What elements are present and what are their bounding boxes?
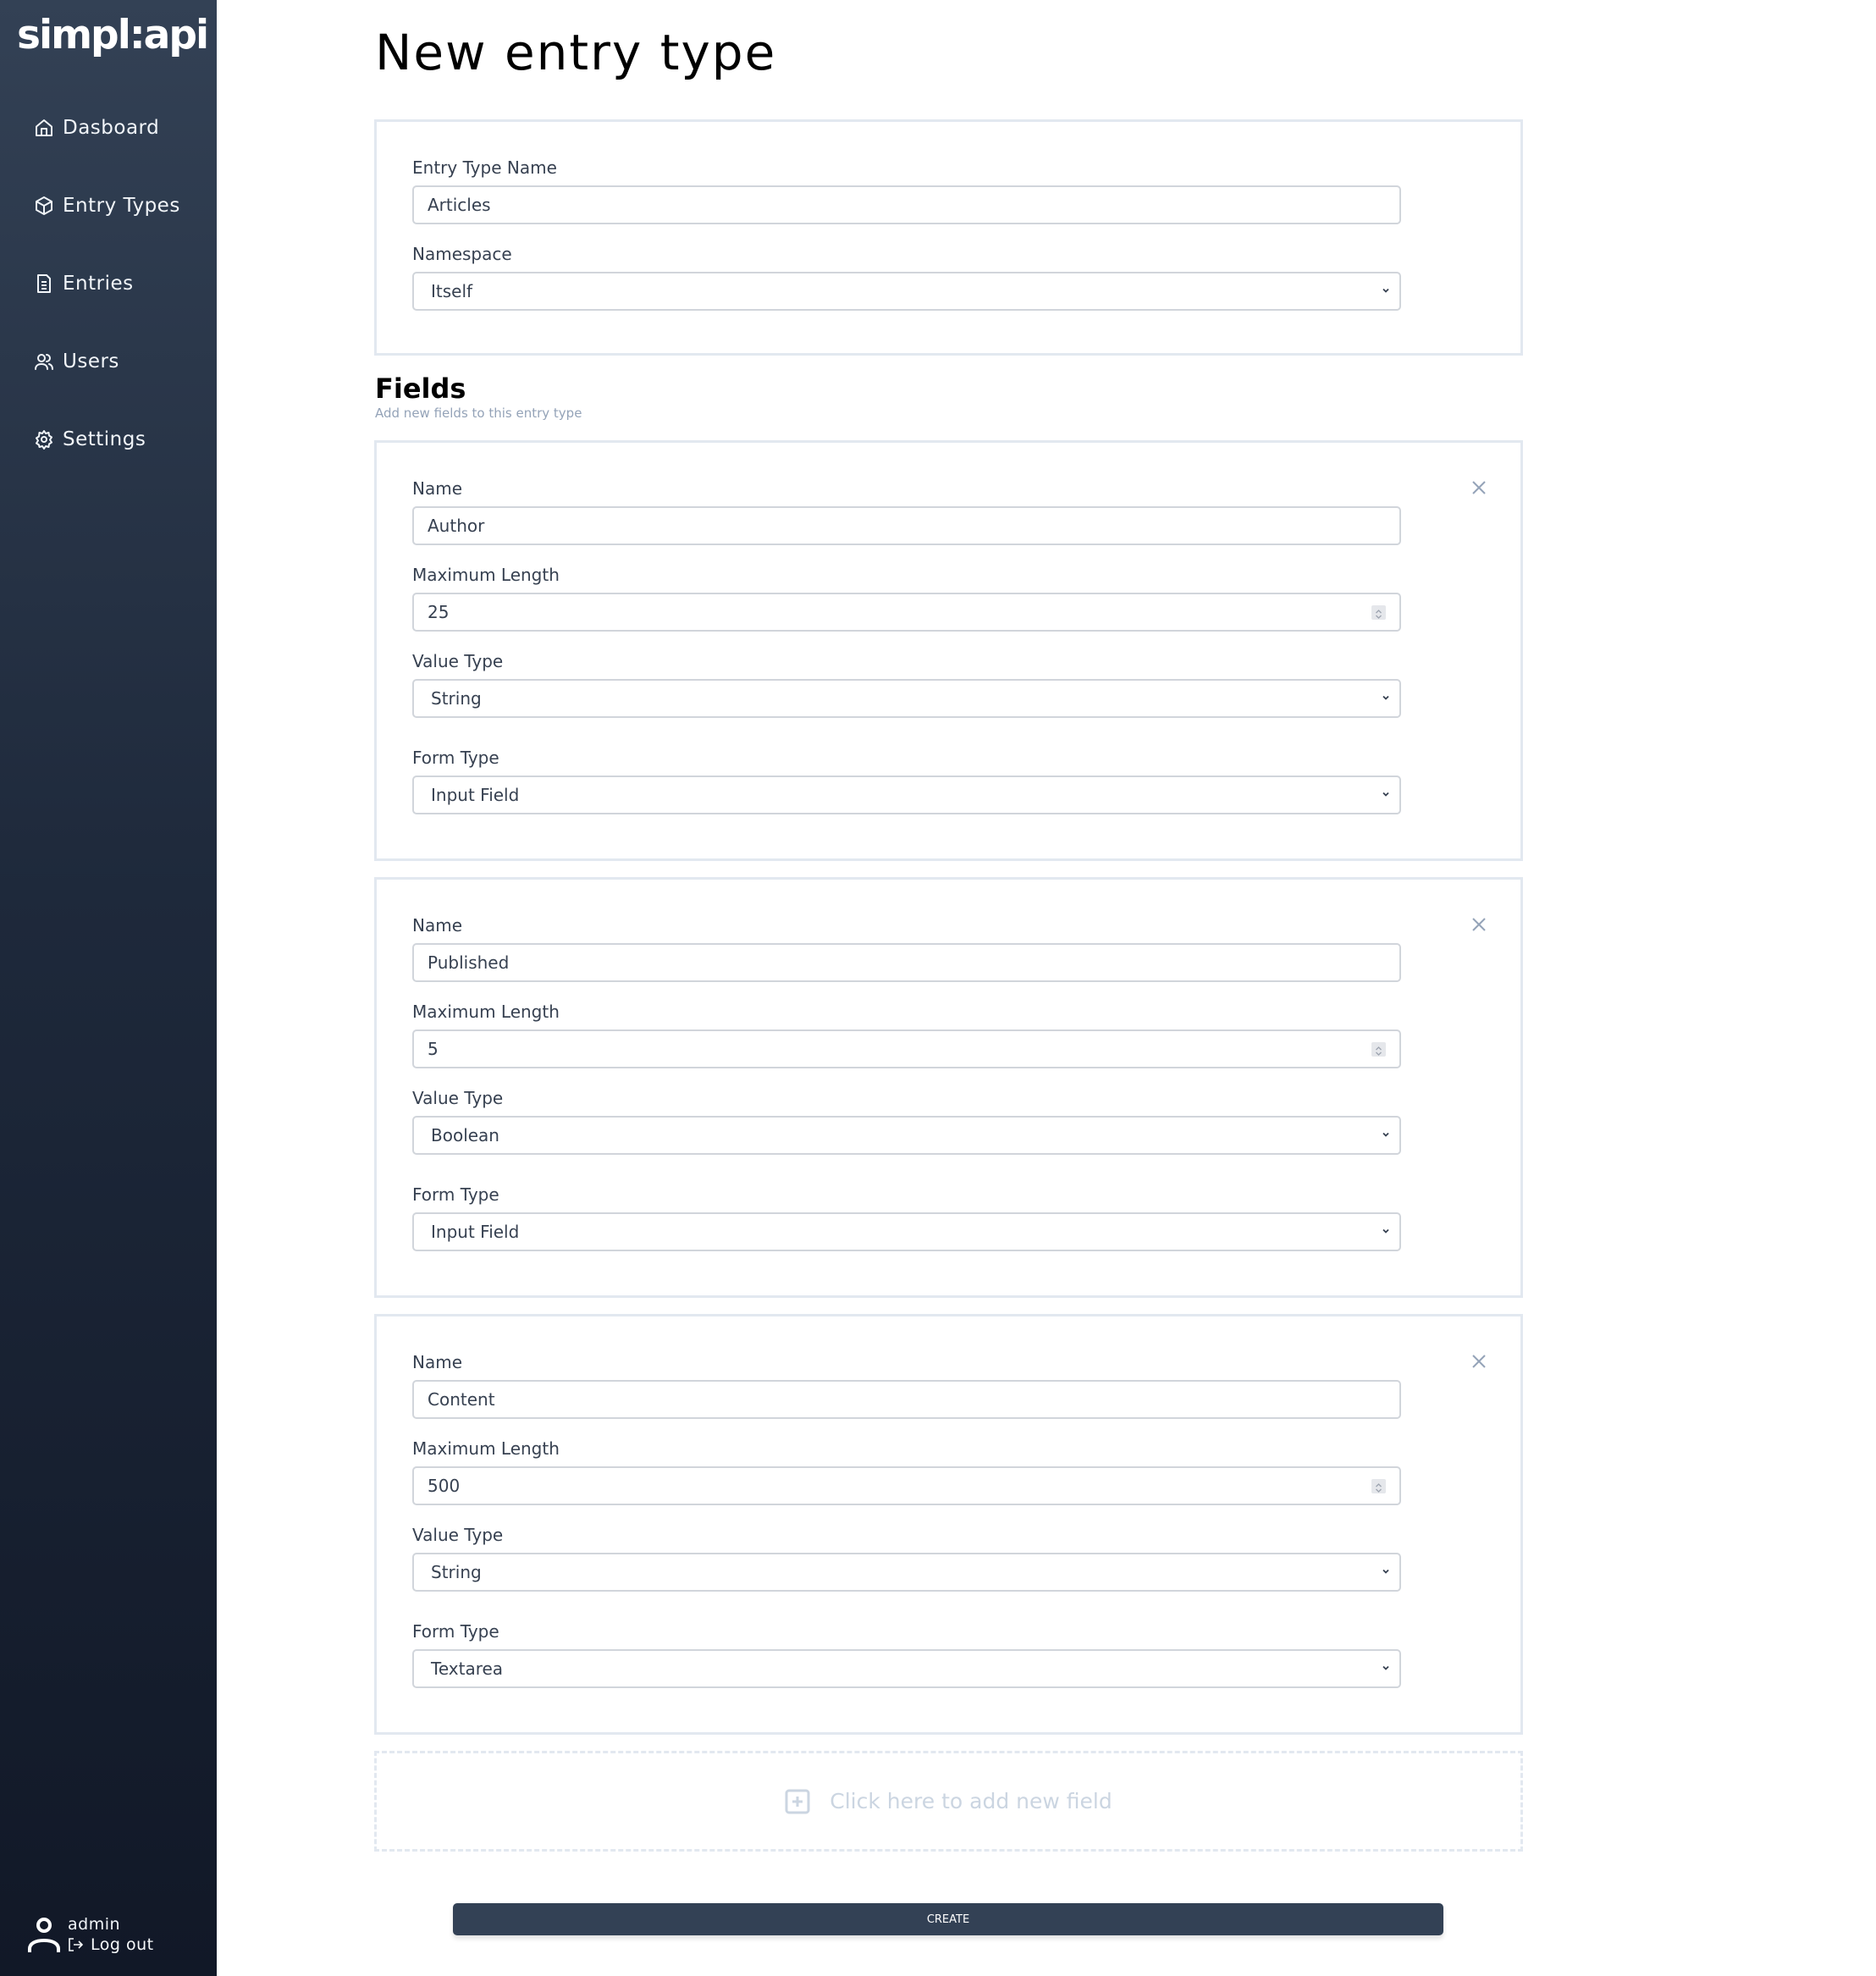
field-card: Name Author Maximum Length 25 Value Type… bbox=[374, 440, 1523, 861]
user-name: admin bbox=[68, 1915, 121, 1934]
namespace-value: Itself bbox=[431, 281, 473, 301]
sidebar-item-entries[interactable]: Entries bbox=[34, 269, 134, 298]
number-spinner[interactable] bbox=[1371, 1479, 1386, 1493]
max-length-label: Maximum Length bbox=[412, 1438, 560, 1459]
max-length-value: 500 bbox=[428, 1476, 461, 1496]
max-length-value: 25 bbox=[428, 602, 450, 622]
entry-type-card: Entry Type Name Articles Namespace Itsel… bbox=[374, 119, 1523, 356]
logout-link[interactable]: Log out bbox=[68, 1935, 154, 1954]
add-field-label: Click here to add new field bbox=[830, 1789, 1112, 1813]
spinner-arrows-icon bbox=[1376, 610, 1382, 619]
user-avatar-icon bbox=[28, 1918, 60, 1952]
remove-field-button[interactable] bbox=[1470, 915, 1488, 934]
value-type-label: Value Type bbox=[412, 651, 504, 671]
sidebar-item-dashboard[interactable]: Dasboard bbox=[34, 113, 159, 142]
field-name-input[interactable]: Published bbox=[412, 943, 1401, 982]
max-length-label: Maximum Length bbox=[412, 565, 560, 585]
fields-subtitle: Add new fields to this entry type bbox=[375, 406, 582, 421]
spinner-arrows-icon bbox=[1376, 1483, 1382, 1493]
sidebar-item-label: Entries bbox=[63, 273, 134, 295]
logout-icon bbox=[69, 1938, 83, 1951]
form-type-value: Input Field bbox=[431, 785, 520, 805]
value-type-value: String bbox=[431, 688, 482, 709]
value-type-select[interactable]: Boolean bbox=[412, 1116, 1401, 1155]
max-length-input[interactable]: 25 bbox=[412, 593, 1401, 632]
value-type-value: Boolean bbox=[431, 1125, 499, 1145]
number-spinner[interactable] bbox=[1371, 1042, 1386, 1057]
create-button[interactable]: CREATE bbox=[453, 1903, 1443, 1935]
field-name-value: Published bbox=[428, 952, 510, 973]
max-length-label: Maximum Length bbox=[412, 1002, 560, 1022]
sidebar-item-label: Settings bbox=[63, 428, 146, 450]
app-logo[interactable]: simpl:api bbox=[17, 12, 209, 58]
close-icon bbox=[1472, 481, 1486, 494]
fields-heading: Fields bbox=[375, 373, 466, 405]
sidebar-item-label: Users bbox=[63, 350, 119, 373]
sidebar-item-entry-types[interactable]: Entry Types bbox=[34, 191, 180, 220]
field-name-label: Name bbox=[412, 478, 463, 499]
field-card: Name Content Maximum Length 500 Value Ty… bbox=[374, 1314, 1523, 1735]
value-type-value: String bbox=[431, 1562, 482, 1582]
form-type-select[interactable]: Input Field bbox=[412, 775, 1401, 814]
field-name-input[interactable]: Content bbox=[412, 1380, 1401, 1419]
cube-icon bbox=[34, 196, 54, 216]
entry-type-name-value: Articles bbox=[428, 195, 491, 215]
sidebar-item-label: Dasboard bbox=[63, 117, 160, 139]
field-name-input[interactable]: Author bbox=[412, 506, 1401, 545]
sidebar: simpl:api Dasboard Entry Types Entries U… bbox=[0, 0, 217, 1976]
form-type-value: Textarea bbox=[431, 1659, 504, 1679]
field-name-label: Name bbox=[412, 1352, 463, 1372]
chevron-down-icon bbox=[1382, 1132, 1389, 1137]
close-icon bbox=[1472, 1355, 1486, 1368]
namespace-select[interactable]: Itself bbox=[412, 272, 1401, 311]
chevron-down-icon bbox=[1382, 1569, 1389, 1574]
value-type-label: Value Type bbox=[412, 1525, 504, 1545]
form-type-label: Form Type bbox=[412, 748, 499, 768]
value-type-label: Value Type bbox=[412, 1088, 504, 1108]
max-length-value: 5 bbox=[428, 1039, 439, 1059]
sidebar-item-label: Entry Types bbox=[63, 195, 180, 217]
max-length-input[interactable]: 5 bbox=[412, 1029, 1401, 1068]
user-panel: admin Log out bbox=[27, 1915, 196, 1957]
home-icon bbox=[34, 118, 54, 138]
plus-square-icon bbox=[785, 1789, 810, 1813]
chevron-down-icon bbox=[1382, 1228, 1389, 1234]
field-name-label: Name bbox=[412, 915, 463, 936]
field-name-value: Content bbox=[428, 1389, 495, 1410]
field-name-value: Author bbox=[428, 516, 485, 536]
chevron-down-icon bbox=[1382, 792, 1389, 797]
chevron-down-icon bbox=[1382, 288, 1389, 293]
form-type-select[interactable]: Input Field bbox=[412, 1212, 1401, 1251]
form-type-label: Form Type bbox=[412, 1621, 499, 1642]
users-icon bbox=[34, 351, 54, 372]
form-type-select[interactable]: Textarea bbox=[412, 1649, 1401, 1688]
add-field-button[interactable]: Click here to add new field bbox=[374, 1751, 1523, 1852]
max-length-input[interactable]: 500 bbox=[412, 1466, 1401, 1505]
logout-label: Log out bbox=[91, 1935, 154, 1954]
remove-field-button[interactable] bbox=[1470, 478, 1488, 497]
form-type-label: Form Type bbox=[412, 1184, 499, 1205]
gear-icon bbox=[34, 429, 54, 450]
value-type-select[interactable]: String bbox=[412, 679, 1401, 718]
form-type-value: Input Field bbox=[431, 1222, 520, 1242]
entry-type-name-input[interactable]: Articles bbox=[412, 185, 1401, 224]
chevron-down-icon bbox=[1382, 695, 1389, 700]
number-spinner[interactable] bbox=[1371, 605, 1386, 620]
remove-field-button[interactable] bbox=[1470, 1352, 1488, 1371]
sidebar-item-settings[interactable]: Settings bbox=[34, 425, 146, 454]
document-icon bbox=[34, 273, 54, 294]
page-title: New entry type bbox=[375, 24, 777, 81]
spinner-arrows-icon bbox=[1376, 1046, 1382, 1056]
value-type-select[interactable]: String bbox=[412, 1553, 1401, 1592]
chevron-down-icon bbox=[1382, 1665, 1389, 1670]
namespace-label: Namespace bbox=[412, 244, 512, 264]
field-card: Name Published Maximum Length 5 Value Ty… bbox=[374, 877, 1523, 1298]
entry-type-name-label: Entry Type Name bbox=[412, 157, 557, 178]
sidebar-item-users[interactable]: Users bbox=[34, 347, 119, 376]
close-icon bbox=[1472, 918, 1486, 931]
